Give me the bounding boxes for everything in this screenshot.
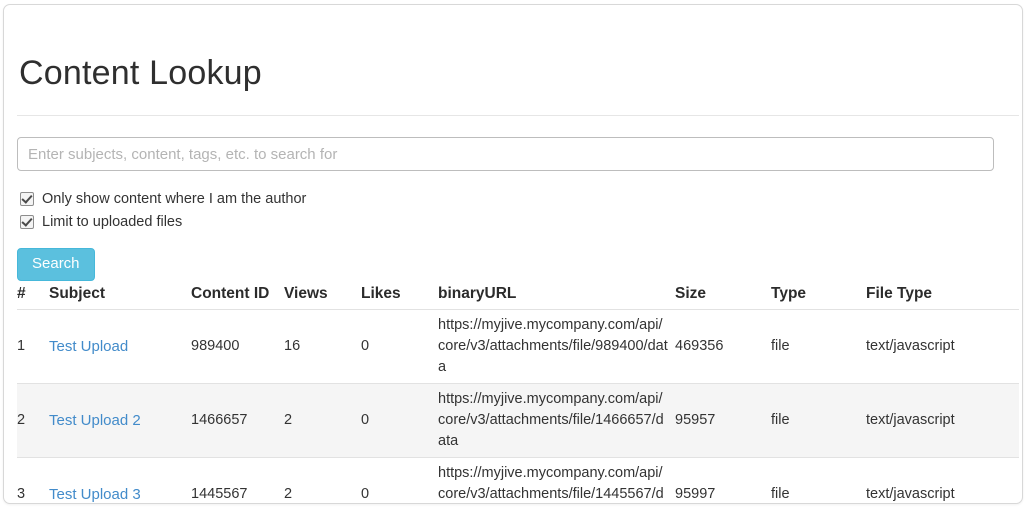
author-filter-checkbox[interactable] <box>20 192 34 206</box>
page-title: Content Lookup <box>19 54 262 92</box>
row-likes: 0 <box>361 383 438 458</box>
filter-options: Only show content where I am the author … <box>17 171 1019 232</box>
search-input[interactable] <box>17 137 994 171</box>
header-size: Size <box>675 285 707 302</box>
row-size: 95957 <box>675 383 771 458</box>
results-table-container: # Subject Content ID Views Likes binaryU… <box>17 281 1019 503</box>
row-num: 1 <box>17 309 49 384</box>
table-row: 2 Test Upload 2 1466657 2 0 https://myjive.my… <box>17 383 1019 458</box>
content-lookup-panel: Content Lookup Only show content where I… <box>3 4 1023 504</box>
filter-author-row[interactable]: Only show content where I am the author <box>17 189 1019 209</box>
header-content-id: Content ID <box>191 285 270 302</box>
row-type: file <box>771 383 866 458</box>
row-subject: Test Upload <box>49 309 191 384</box>
row-size: 469356 <box>675 309 771 384</box>
uploaded-files-filter-label: Limit to uploaded files <box>42 214 183 230</box>
search-button[interactable]: Search <box>17 248 95 281</box>
search-field-container <box>17 116 1019 171</box>
header-likes: Likes <box>361 285 401 302</box>
row-type: file <box>771 309 866 384</box>
subject-link[interactable]: Test Upload <box>49 338 128 355</box>
row-num: 2 <box>17 383 49 458</box>
table-header-row: # Subject Content ID Views Likes binaryU… <box>17 283 1019 310</box>
row-binary-url: https://myjive.mycompany.com/api/core/v3… <box>438 309 675 384</box>
row-content-id: 989400 <box>191 309 284 384</box>
header-subject: Subject <box>49 285 105 302</box>
row-views: 16 <box>284 309 361 384</box>
row-num: 3 <box>17 457 49 503</box>
author-filter-label: Only show content where I am the author <box>42 191 307 207</box>
row-subject: Test Upload 2 <box>49 383 191 458</box>
row-content-id: 1466657 <box>191 383 284 458</box>
row-likes: 0 <box>361 309 438 384</box>
subject-link[interactable]: Test Upload 3 <box>49 486 141 503</box>
row-binary-url: https://myjive.mycompany.com/api/core/v3… <box>438 383 675 458</box>
subject-link[interactable]: Test Upload 2 <box>49 412 141 429</box>
table-row: 1 Test Upload 989400 16 0 https://myjive.myco… <box>17 309 1019 384</box>
filter-uploaded-row[interactable]: Limit to uploaded files <box>17 212 1019 232</box>
uploaded-files-filter-checkbox[interactable] <box>20 215 34 229</box>
header-num: # <box>17 285 26 302</box>
header-binary-url: binaryURL <box>438 285 517 302</box>
row-binary-url: https://myjive.mycompany.com/api/core/v3… <box>438 457 675 503</box>
row-views: 2 <box>284 383 361 458</box>
table-row: 3 Test Upload 3 1445567 2 0 https://myjive.my… <box>17 457 1019 503</box>
search-button-container: Search <box>17 235 1019 281</box>
row-likes: 0 <box>361 457 438 503</box>
row-views: 2 <box>284 457 361 503</box>
row-file-type: text/javascript <box>866 383 1019 458</box>
row-type: file <box>771 457 866 503</box>
row-content-id: 1445567 <box>191 457 284 503</box>
row-file-type: text/javascript <box>866 457 1019 503</box>
header-views: Views <box>284 285 328 302</box>
row-file-type: text/javascript <box>866 309 1019 384</box>
results-table: # Subject Content ID Views Likes binaryU… <box>17 283 1019 503</box>
header-file-type: File Type <box>866 285 933 302</box>
row-size: 95997 <box>675 457 771 503</box>
row-subject: Test Upload 3 <box>49 457 191 503</box>
header-type: Type <box>771 285 807 302</box>
